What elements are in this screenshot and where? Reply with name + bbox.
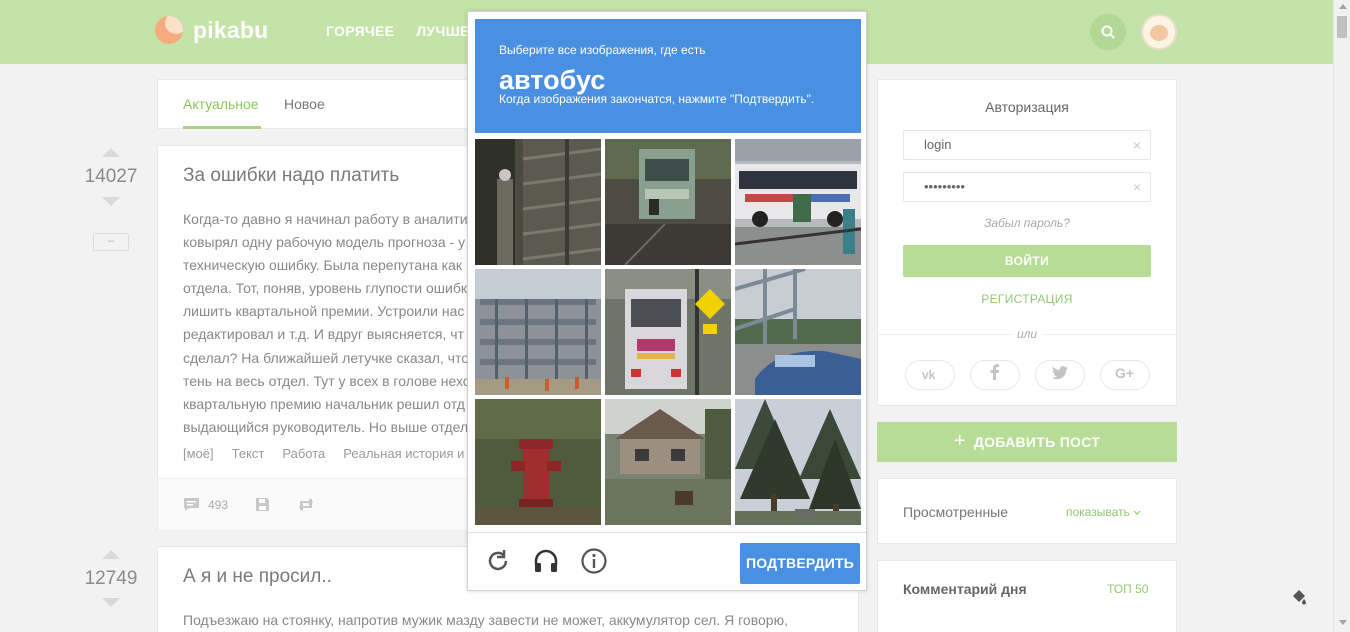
post-title[interactable]: За ошибки надо платить <box>183 165 399 187</box>
captcha-dialog: Выберите все изображения, где есть автоб… <box>467 11 867 591</box>
captcha-tile-bus-stop[interactable] <box>605 269 731 395</box>
post-line: Подъезжаю на стоянку, напротив мужик маз… <box>183 612 788 628</box>
captcha-tile-street-bus[interactable] <box>605 139 731 265</box>
twitter-icon <box>1052 366 1068 380</box>
captcha-tile-building[interactable] <box>475 269 601 395</box>
reload-icon[interactable] <box>484 547 512 575</box>
save-icon <box>256 498 269 511</box>
logo-text: pikabu <box>193 16 269 43</box>
comment-icon <box>184 498 199 511</box>
logo[interactable]: pikabu <box>155 16 268 44</box>
google-login-button[interactable]: G+ <box>1100 360 1150 390</box>
auth-title: Авторизация <box>985 99 1069 115</box>
captcha-instruction: Выберите все изображения, где есть <box>499 43 706 57</box>
post-rating: 14027 <box>84 166 138 187</box>
active-tab-indicator <box>183 126 261 129</box>
captcha-tile-stairs[interactable] <box>475 139 601 265</box>
password-field[interactable]: ••••••••• × <box>903 172 1151 202</box>
clear-icon[interactable]: × <box>1133 131 1141 159</box>
show-viewed-link[interactable]: показывать <box>1066 505 1141 519</box>
plus-icon: + <box>953 429 966 452</box>
scroll-thumb[interactable] <box>1337 16 1347 38</box>
search-icon <box>1101 25 1115 39</box>
comment-of-day-panel: Комментарий дня ТОП 50 <box>877 560 1177 632</box>
facebook-login-button[interactable] <box>970 360 1020 390</box>
captcha-hint: Когда изображения закончатся, нажмите "П… <box>499 92 815 106</box>
page-scrollbar[interactable] <box>1333 0 1350 632</box>
tag[interactable]: Текст <box>232 446 265 461</box>
chevron-down-icon <box>1133 510 1141 515</box>
forgot-password-link[interactable]: Забыл пароль? <box>878 216 1176 230</box>
captcha-tile-bridge-car[interactable] <box>735 269 861 395</box>
captcha-header: Выберите все изображения, где есть автоб… <box>475 19 861 133</box>
main-nav: ГОРЯЧЕЕ ЛУЧШЕ <box>326 23 470 39</box>
password-value: ••••••••• <box>924 179 965 194</box>
login-value: login <box>924 137 952 152</box>
tag[interactable]: Работа <box>282 446 325 461</box>
captcha-tile-city-bus[interactable] <box>735 139 861 265</box>
captcha-footer: ПОДТВЕРДИТЬ <box>468 532 866 590</box>
captcha-tile-trees[interactable] <box>735 399 861 525</box>
tag[interactable]: [моё] <box>183 446 214 461</box>
downvote-icon[interactable] <box>102 598 120 607</box>
post-body: Подъезжаю на стоянку, напротив мужик маз… <box>183 609 863 632</box>
paint-bucket-icon[interactable] <box>1290 588 1308 606</box>
or-label: или <box>1012 327 1042 341</box>
show-viewed-label: показывать <box>1066 505 1130 519</box>
search-button[interactable] <box>1090 14 1126 50</box>
avatar[interactable] <box>1141 14 1177 50</box>
captcha-tile-hydrant[interactable] <box>475 399 601 525</box>
nav-best[interactable]: ЛУЧШЕ <box>416 23 469 39</box>
tag[interactable]: Реальная история и <box>343 446 464 461</box>
captcha-tile-house[interactable] <box>605 399 731 525</box>
vk-login-button[interactable]: vk <box>905 360 955 390</box>
auth-panel: Авторизация login × ••••••••• × Забыл па… <box>877 79 1177 406</box>
post-rating: 12749 <box>84 568 138 589</box>
tab-new[interactable]: Новое <box>284 96 325 112</box>
scroll-up-icon[interactable] <box>1339 4 1347 9</box>
add-post-label: ДОБАВИТЬ ПОСТ <box>973 434 1101 450</box>
clear-icon[interactable]: × <box>1133 173 1141 201</box>
viewed-label: Просмотренные <box>903 504 1009 520</box>
hide-post-button[interactable]: – <box>93 233 129 251</box>
share-button[interactable] <box>296 497 316 512</box>
downvote-icon[interactable] <box>102 197 120 206</box>
upvote-icon[interactable] <box>102 550 120 559</box>
twitter-login-button[interactable] <box>1035 360 1085 390</box>
comment-of-day-label: Комментарий дня <box>903 581 1027 597</box>
vk-icon: vk <box>922 368 936 382</box>
facebook-icon <box>990 364 999 380</box>
post-tags: [моё] Текст Работа Реальная история и <box>183 446 464 461</box>
google-plus-icon: G+ <box>1115 365 1134 381</box>
verify-button[interactable]: ПОДТВЕРДИТЬ <box>740 543 860 584</box>
login-button[interactable]: ВОЙТИ <box>903 245 1151 277</box>
tab-actual[interactable]: Актуальное <box>183 96 259 112</box>
info-icon[interactable] <box>580 547 608 575</box>
login-field[interactable]: login × <box>903 130 1151 160</box>
comments-count: 493 <box>208 497 229 512</box>
add-post-button[interactable]: + ДОБАВИТЬ ПОСТ <box>877 422 1177 462</box>
svg-text:vk: vk <box>922 368 936 380</box>
repost-icon <box>299 498 313 511</box>
scroll-down-icon[interactable] <box>1339 620 1347 625</box>
register-link[interactable]: РЕГИСТРАЦИЯ <box>878 292 1176 306</box>
viewed-panel: Просмотренные показывать <box>877 478 1177 544</box>
top50-link[interactable]: ТОП 50 <box>1107 582 1148 596</box>
logo-icon <box>155 16 183 44</box>
upvote-icon[interactable] <box>102 148 120 157</box>
post-title[interactable]: А я и не просил.. <box>183 566 332 588</box>
audio-icon[interactable] <box>532 547 560 575</box>
save-button[interactable] <box>255 497 270 512</box>
captcha-grid <box>475 139 861 525</box>
comments-button[interactable]: 493 <box>183 497 228 512</box>
svg-text:G+: G+ <box>1115 366 1134 380</box>
nav-hot[interactable]: ГОРЯЧЕЕ <box>326 23 394 39</box>
